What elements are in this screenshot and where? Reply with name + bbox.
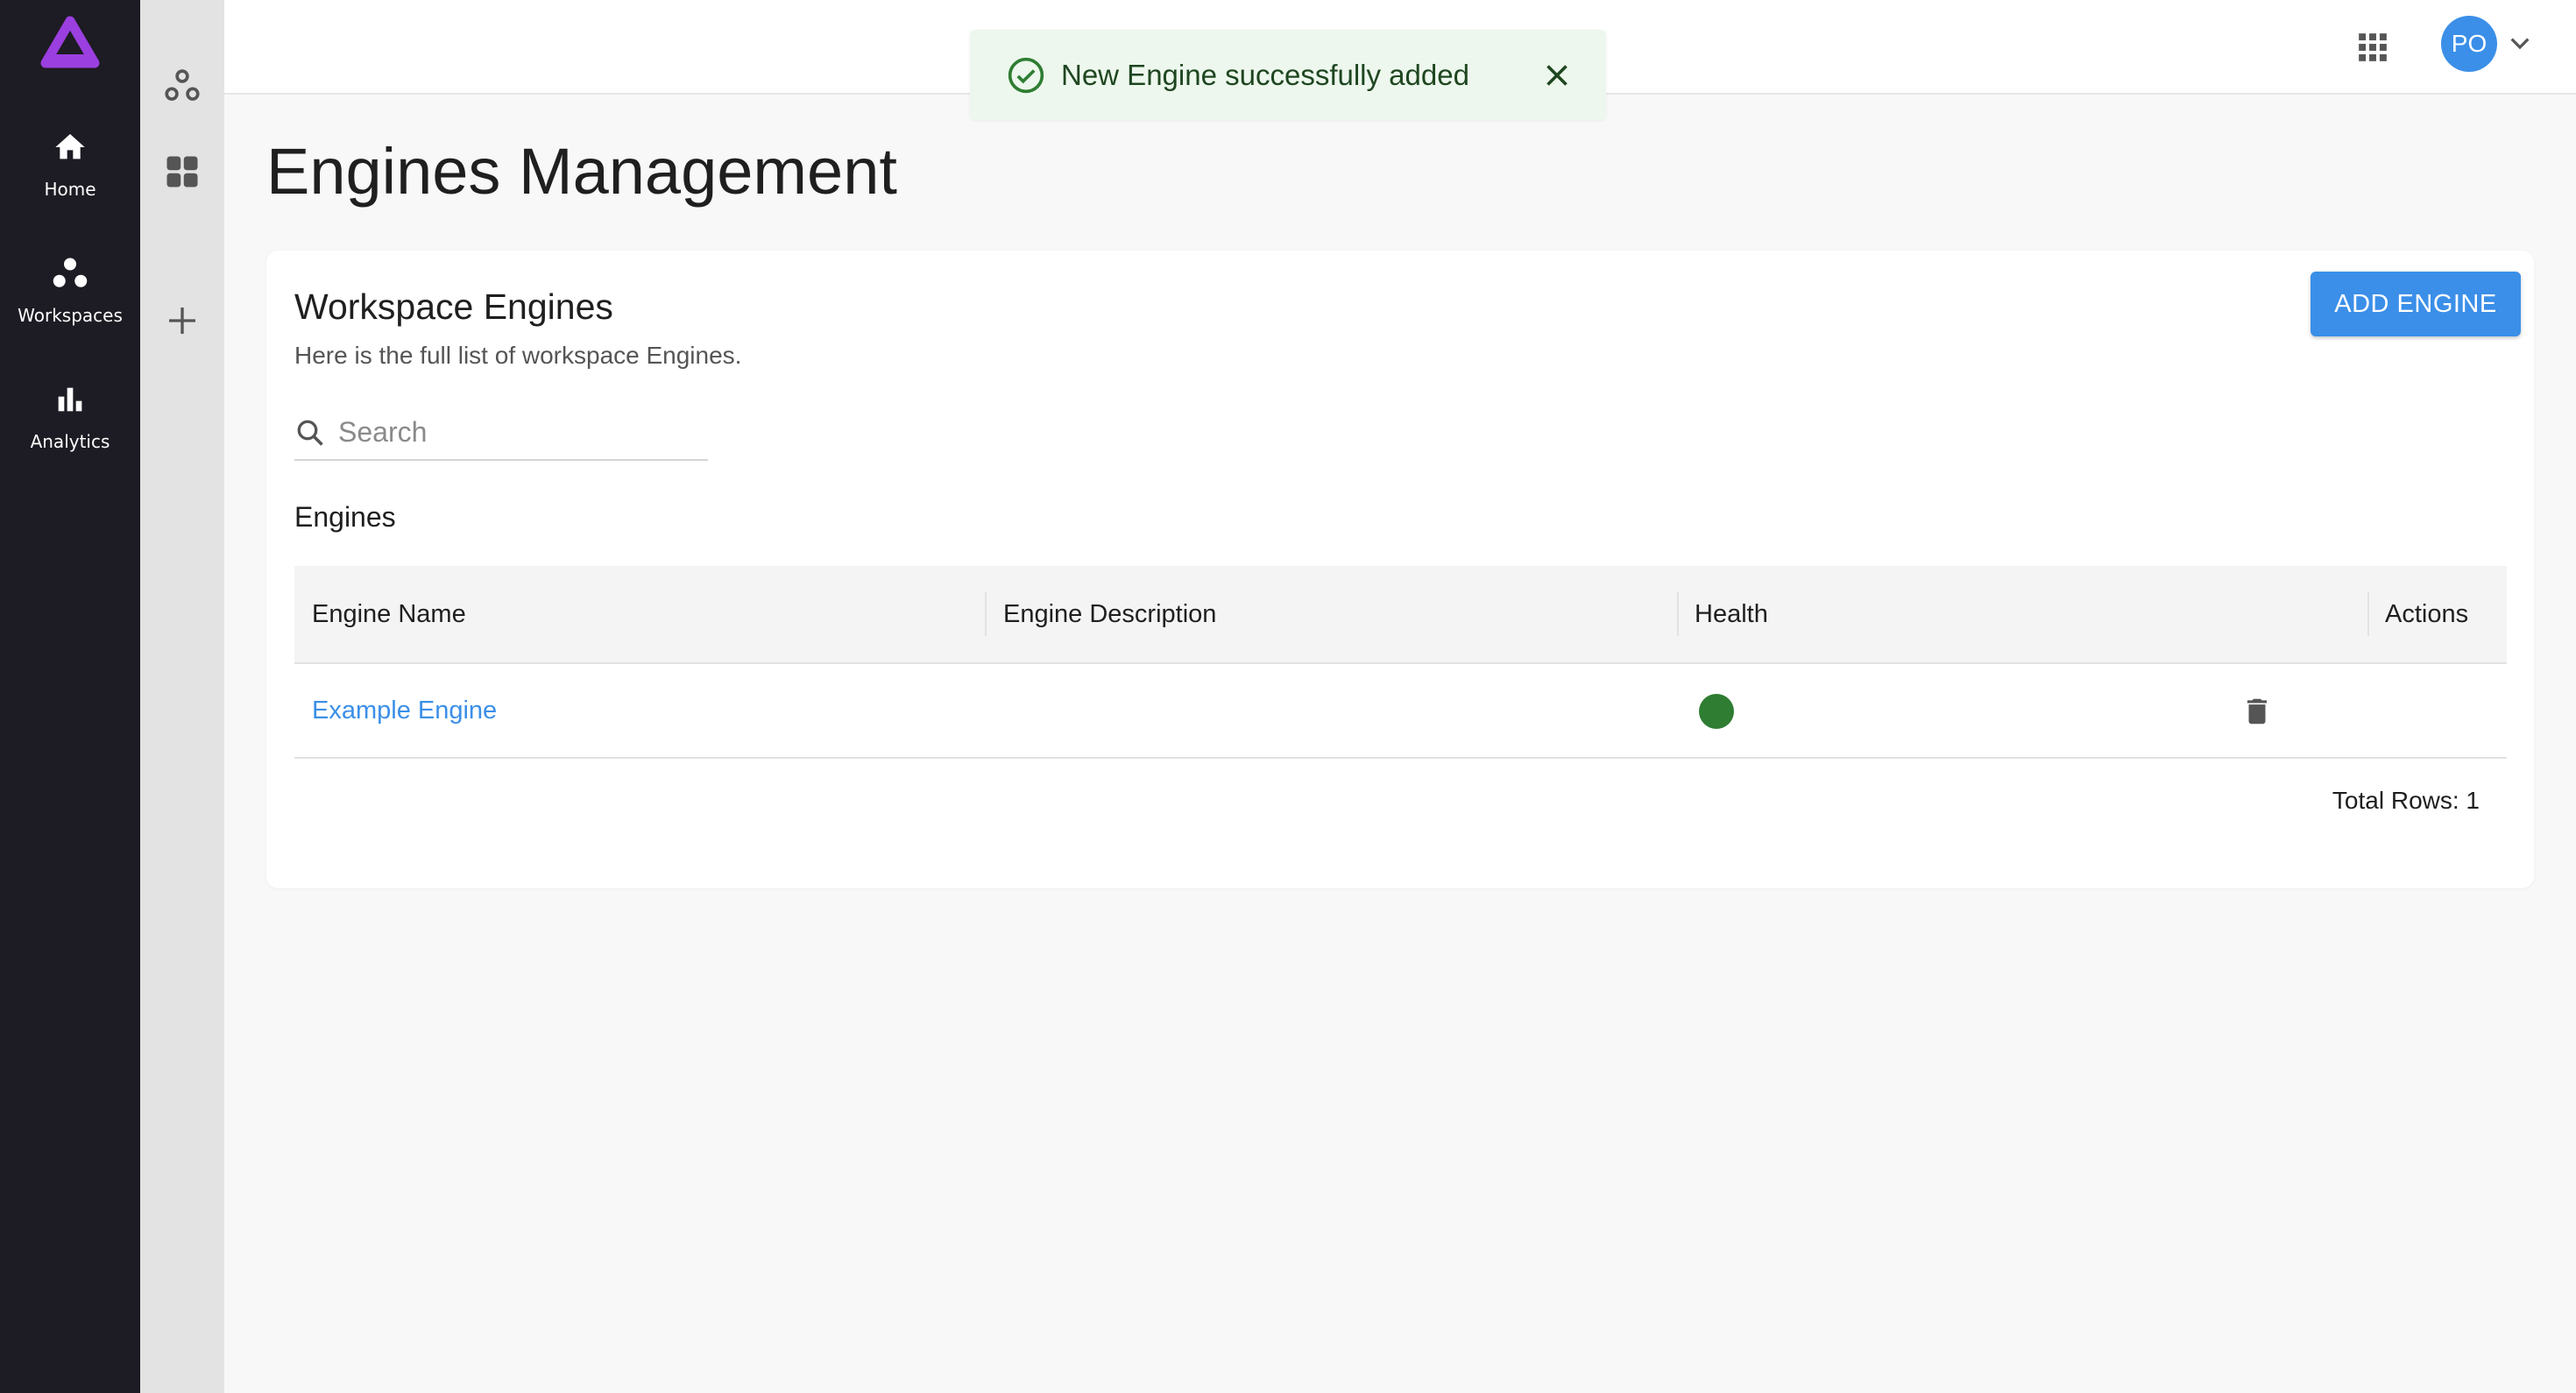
nav-item-label: Analytics	[30, 431, 110, 452]
search-icon	[297, 420, 323, 446]
table-row: Example Engine	[294, 664, 2507, 759]
add-engine-button[interactable]: ADD ENGINE	[2311, 272, 2521, 336]
engines-table: Engine Name Engine Description Health Ac…	[294, 566, 2507, 759]
workspace-sub-rail	[140, 0, 224, 1393]
triangle-logo-icon[interactable]	[40, 16, 100, 70]
page-title: Engines Management	[266, 135, 897, 208]
card-title: Workspace Engines	[294, 286, 613, 327]
chevron-down-icon[interactable]	[2502, 26, 2537, 61]
search-input[interactable]	[336, 410, 704, 454]
health-status-indicator	[1699, 694, 1734, 729]
nav-item-workspaces[interactable]: Workspaces	[0, 254, 140, 359]
avatar[interactable]: PO	[2441, 16, 2497, 72]
main-nav-rail: Home Workspaces Analytics	[0, 0, 140, 1393]
column-divider[interactable]	[985, 592, 987, 636]
total-rows-count: Total Rows: 1	[2332, 787, 2480, 814]
home-icon	[51, 128, 89, 166]
workspace-nodes-icon[interactable]	[161, 65, 203, 107]
column-header-engine-description[interactable]: Engine Description	[1003, 566, 1216, 662]
close-icon[interactable]	[1536, 54, 1578, 96]
nav-item-home[interactable]: Home	[0, 128, 140, 233]
apps-grid-icon[interactable]	[2352, 26, 2394, 68]
nav-item-label: Workspaces	[18, 305, 123, 326]
card-subtitle: Here is the full list of workspace Engin…	[294, 342, 742, 369]
grid-view-icon[interactable]	[161, 151, 203, 193]
table-header: Engine Name Engine Description Health Ac…	[294, 566, 2507, 664]
toast-message: New Engine successfully added	[1061, 59, 1469, 91]
check-circle-icon	[1008, 57, 1044, 94]
bar-chart-icon	[51, 380, 89, 419]
engine-name-link[interactable]: Example Engine	[312, 664, 497, 757]
column-header-health[interactable]: Health	[1695, 566, 1768, 662]
trash-icon[interactable]	[2236, 690, 2278, 732]
column-header-engine-name[interactable]: Engine Name	[312, 566, 466, 662]
workspaces-icon	[51, 254, 89, 293]
nav-item-analytics[interactable]: Analytics	[0, 380, 140, 485]
column-divider[interactable]	[2367, 592, 2369, 636]
plus-icon[interactable]	[161, 300, 203, 342]
search-field	[294, 403, 708, 461]
success-toast: New Engine successfully added	[970, 30, 1606, 120]
nav-item-label: Home	[44, 179, 96, 200]
column-header-actions: Actions	[2385, 600, 2469, 628]
column-divider[interactable]	[1677, 592, 1679, 636]
section-label: Engines	[294, 501, 396, 533]
workspace-engines-card: Workspace Engines Here is the full list …	[266, 251, 2534, 888]
